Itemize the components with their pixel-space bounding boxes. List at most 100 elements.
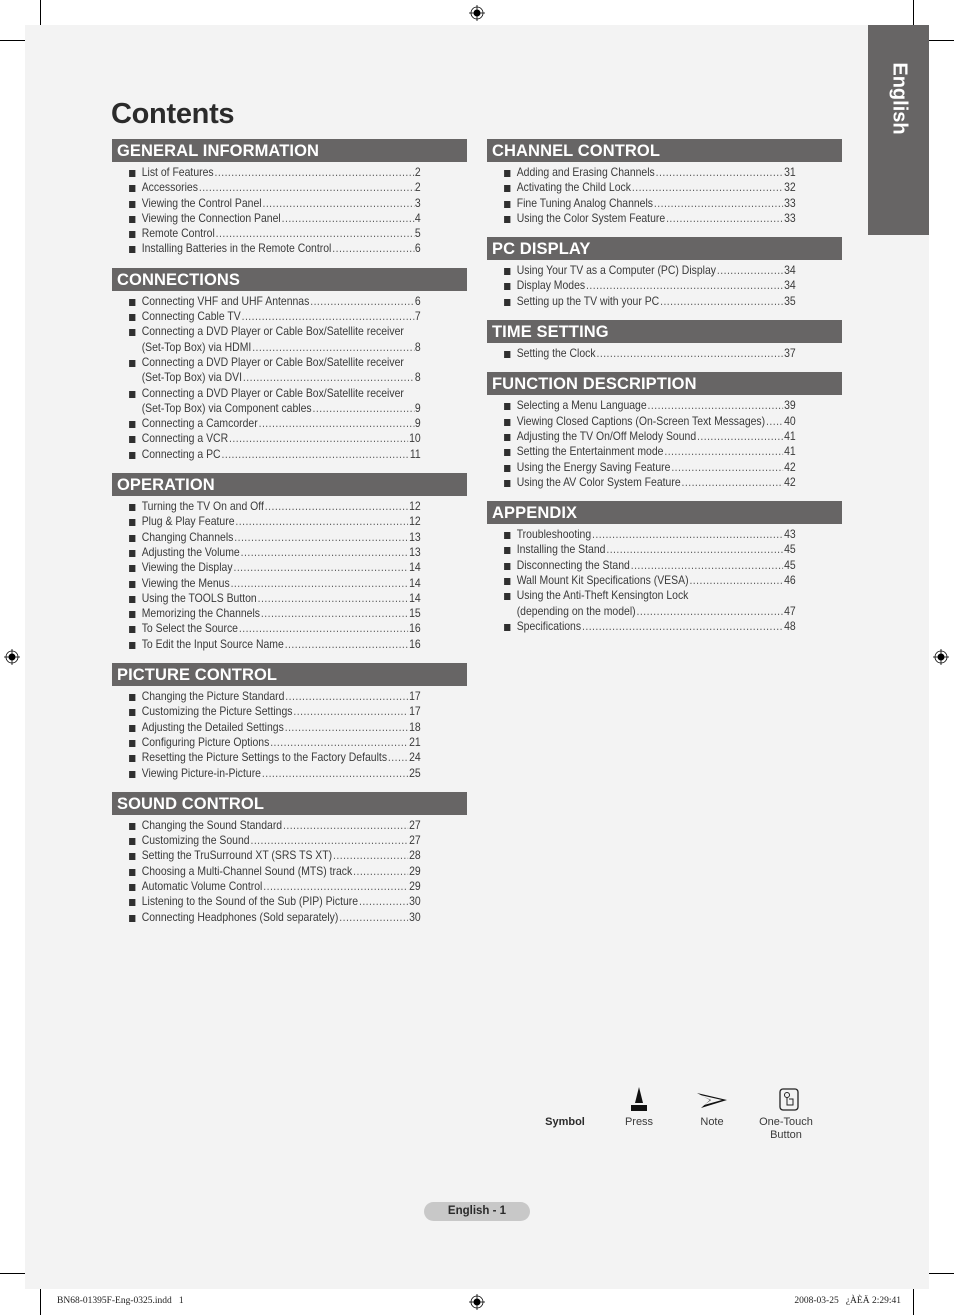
toc-entry-title: (depending on the model)	[516, 604, 636, 618]
toc-entry-title: Connecting a PC	[141, 447, 221, 461]
toc-entry-title: Using the Color System Feature	[516, 211, 666, 225]
toc-entry[interactable]: Changing the Picture Standard 17	[112, 689, 427, 704]
symbol-legend: Symbol Press Note One-Touch Button	[530, 1085, 830, 1145]
toc-entry[interactable]: Configuring Picture Options 21	[112, 735, 427, 750]
toc-entry[interactable]: Listening to the Sound of the Sub (PIP) …	[112, 894, 427, 909]
toc-entry[interactable]: Adjusting the TV On/Off Melody Sound 41	[487, 429, 802, 444]
toc-entry[interactable]: Customizing the Picture Settings 17	[112, 704, 427, 719]
toc-entry[interactable]: Installing Batteries in the Remote Contr…	[112, 241, 427, 256]
toc-entry-page-number: 15	[409, 607, 421, 621]
toc-entry[interactable]: Viewing Picture-in-Picture 25	[112, 766, 427, 781]
toc-entry[interactable]: Customizing the Sound 27	[112, 833, 427, 848]
toc-entry[interactable]: Using the Color System Feature 33	[487, 211, 802, 226]
toc-entry[interactable]: Fine Tuning Analog Channels 33	[487, 196, 802, 211]
toc-entry[interactable]: Connecting a Camcorder 9	[112, 416, 427, 431]
toc-entry[interactable]: Disconnecting the Stand 45	[487, 558, 802, 573]
toc-entry[interactable]: Connecting a PC 11	[112, 447, 427, 462]
dot-leader	[285, 720, 408, 735]
toc-entry[interactable]: Resetting the Picture Settings to the Fa…	[112, 750, 427, 765]
dot-leader	[231, 576, 409, 591]
dot-leader	[310, 294, 414, 309]
toc-entry-title: Changing the Sound Standard	[141, 818, 283, 832]
toc-entry[interactable]: Using the Anti-Theft Kensington Lock (dep…	[487, 588, 802, 619]
dot-leader	[632, 180, 783, 195]
toc-entry-title: Listening to the Sound of the Sub (PIP) …	[141, 895, 359, 909]
toc-entry[interactable]: Using the Energy Saving Feature 42	[487, 460, 802, 475]
toc-entry-title: Viewing Picture-in-Picture	[141, 766, 261, 780]
square-bullet-icon	[504, 215, 511, 223]
toc-entry[interactable]: Using the AV Color System Feature 42	[487, 475, 802, 490]
toc-entry-page-number: 32	[784, 181, 796, 195]
toc-entry[interactable]: Connecting a DVD Player or Cable Box/Sat…	[112, 324, 427, 355]
toc-entry-title: Connecting VHF and UHF Antennas	[141, 294, 310, 308]
toc-entry[interactable]: Connecting Cable TV 7	[112, 309, 427, 324]
toc-entry[interactable]: Turning the TV On and Off 12	[112, 499, 427, 514]
toc-entry[interactable]: Setting the Entertainment mode 41	[487, 444, 802, 459]
toc-entry[interactable]: Accessories 2	[112, 180, 427, 195]
toc-entry[interactable]: Wall Mount Kit Specifications (VESA) 46	[487, 573, 802, 588]
toc-entry[interactable]: Automatic Volume Control 29	[112, 879, 427, 894]
toc-entry-title: Viewing the Display	[141, 561, 233, 575]
toc-entry-page-number: 6	[414, 242, 421, 256]
toc-entry[interactable]: Display Modes 34	[487, 278, 802, 293]
toc-entry[interactable]: Changing the Sound Standard 27	[112, 818, 427, 833]
toc-entry[interactable]: Connecting a DVD Player or Cable Box/Sat…	[112, 355, 427, 386]
toc-entry[interactable]: Changing Channels 13	[112, 530, 427, 545]
toc-entry[interactable]: Using Your TV as a Computer (PC) Display…	[487, 263, 802, 278]
toc-entry[interactable]: Setting up the TV with your PC 35	[487, 294, 802, 309]
dot-leader	[283, 818, 408, 833]
square-bullet-icon	[504, 464, 511, 472]
toc-entry-title: Configuring Picture Options	[141, 735, 270, 749]
toc-entry-title: Choosing a Multi-Channel Sound (MTS) tra…	[141, 864, 353, 878]
toc-entry-page-number: 9	[414, 401, 421, 415]
square-bullet-icon	[129, 451, 136, 459]
toc-entry[interactable]: Specifications 48	[487, 619, 802, 634]
toc-entry[interactable]: Plug & Play Feature 12	[112, 514, 427, 529]
toc-entry[interactable]: Adding and Erasing Channels 31	[487, 165, 802, 180]
toc-entry-list: Troubleshooting43Installing the Stand45D…	[487, 527, 842, 634]
toc-entry[interactable]: Using the TOOLS Button 14	[112, 591, 427, 606]
toc-entry-title: Adding and Erasing Channels	[516, 166, 655, 179]
toc-entry[interactable]: Selecting a Menu Language 39	[487, 398, 802, 413]
dot-leader	[233, 560, 408, 575]
toc-entry-title: Disconnecting the Stand	[516, 558, 630, 572]
toc-entry-page-number: 16	[409, 637, 421, 651]
crop-mark	[0, 40, 25, 41]
dot-leader	[242, 309, 414, 324]
toc-entry[interactable]: Activating the Child Lock 32	[487, 180, 802, 195]
square-bullet-icon	[129, 853, 136, 861]
square-bullet-icon	[129, 755, 136, 763]
square-bullet-icon	[129, 314, 136, 322]
toc-entry[interactable]: Viewing the Control Panel 3	[112, 196, 427, 211]
square-bullet-icon	[129, 595, 136, 603]
toc-entry[interactable]: Connecting VHF and UHF Antennas 6	[112, 294, 427, 309]
toc-entry[interactable]: Viewing Closed Captions (On-Screen Text …	[487, 414, 802, 429]
toc-entry[interactable]: Troubleshooting 43	[487, 527, 802, 542]
dot-leader	[637, 604, 784, 619]
dot-leader	[216, 226, 414, 241]
toc-entry[interactable]: To Edit the Input Source Name 16	[112, 637, 427, 652]
dot-leader	[697, 429, 783, 444]
toc-entry[interactable]: Adjusting the Volume 13	[112, 545, 427, 560]
toc-entry-list: Changing the Sound Standard27Customizing…	[112, 818, 467, 925]
toc-entry[interactable]: List of Features 2	[112, 165, 427, 180]
toc-entry[interactable]: Adjusting the Detailed Settings 18	[112, 720, 427, 735]
toc-entry[interactable]: Connecting a VCR 10	[112, 431, 427, 446]
toc-entry[interactable]: Choosing a Multi-Channel Sound (MTS) tra…	[112, 864, 427, 879]
toc-section: FUNCTION DESCRIPTION Selecting a Menu Lan…	[487, 372, 842, 490]
dot-leader	[282, 211, 414, 226]
toc-entry[interactable]: Viewing the Connection Panel 4	[112, 211, 427, 226]
toc-entry[interactable]: Setting the TruSurround XT (SRS TS XT) 28	[112, 848, 427, 863]
toc-entry[interactable]: Connecting a DVD Player or Cable Box/Sat…	[112, 386, 427, 417]
toc-entry[interactable]: Viewing the Display 14	[112, 560, 427, 575]
toc-entry[interactable]: Connecting Headphones (Sold separately) 3…	[112, 910, 427, 925]
toc-entry[interactable]: Viewing the Menus 14	[112, 576, 427, 591]
toc-entry-title: Specifications	[516, 619, 582, 633]
toc-entry-title: Installing Batteries in the Remote Contr…	[141, 242, 332, 256]
toc-entry[interactable]: To Select the Source 16	[112, 621, 427, 636]
toc-entry[interactable]: Remote Control 5	[112, 226, 427, 241]
toc-entry[interactable]: Memorizing the Channels 15	[112, 606, 427, 621]
toc-entry-title-line1: Connecting a DVD Player or Cable Box/Sat…	[141, 386, 404, 400]
toc-entry[interactable]: Setting the Clock 37	[487, 346, 802, 361]
toc-entry[interactable]: Installing the Stand 45	[487, 542, 802, 557]
